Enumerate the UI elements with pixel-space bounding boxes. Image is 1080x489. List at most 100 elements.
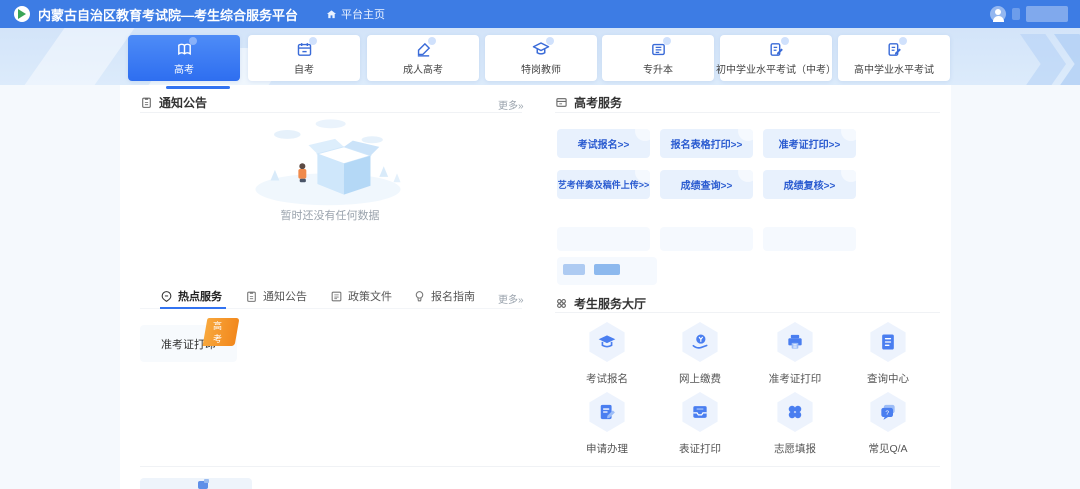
placeholder-chip <box>594 264 620 275</box>
qa-bubble-icon: ? <box>868 392 908 432</box>
newspaper-icon <box>649 40 667 58</box>
calendar-edit-icon <box>295 40 313 58</box>
hall-item-exam-registration[interactable]: 考试报名 <box>567 322 647 386</box>
tab-tegang-jiaoshi[interactable]: 特岗教师 <box>485 35 597 81</box>
notice-section-title: 通知公告 <box>159 94 207 111</box>
hall-item-label: 准考证打印 <box>769 371 822 386</box>
site-logo-icon <box>14 6 30 22</box>
form-edit-icon <box>587 392 627 432</box>
tab-label: 高考 <box>174 61 194 76</box>
partial-next-section-tab[interactable] <box>140 478 252 489</box>
printer-icon <box>775 322 815 362</box>
book-icon <box>175 40 193 58</box>
hall-item-label: 申请办理 <box>586 441 628 456</box>
home-link-label: 平台主页 <box>341 6 385 22</box>
grid-icon <box>555 297 568 310</box>
hall-item-label: 志愿填报 <box>774 441 816 456</box>
tab-zhongkao[interactable]: 初中学业水平考试（中考） <box>720 35 832 81</box>
hot-card-admission-ticket-print[interactable]: 准考证打印 高考 <box>140 325 237 362</box>
partial-tab-icon <box>198 481 208 489</box>
hot-more-link[interactable]: 更多» <box>498 291 524 306</box>
graduation-cap-icon <box>587 322 627 362</box>
chevron-decoration <box>1020 34 1066 85</box>
service-button-ticket-print[interactable]: 准考证打印>> <box>763 129 856 158</box>
placeholder-button <box>763 227 856 251</box>
service-button-form-print[interactable]: 报名表格打印>> <box>660 129 753 158</box>
tab-label: 特岗教师 <box>521 61 561 76</box>
user-avatar[interactable] <box>990 6 1006 22</box>
service-card-icon <box>555 96 568 109</box>
home-link[interactable]: 平台主页 <box>326 6 385 22</box>
hall-item-label: 查询中心 <box>867 371 909 386</box>
tab-hot-services[interactable]: 热点服务 <box>160 288 222 304</box>
hot-service-icon <box>160 290 173 303</box>
home-icon <box>326 9 337 20</box>
empty-state-text: 暂时还没有任何数据 <box>140 207 520 223</box>
guide-icon <box>413 290 426 303</box>
clipboard-icon <box>245 290 258 303</box>
tab-gaozhong-xuekao[interactable]: 高中学业水平考试 <box>838 35 950 81</box>
hall-item-query-center[interactable]: 查询中心 <box>848 322 928 386</box>
gaokao-services-header: 高考服务 <box>555 94 622 111</box>
placeholder-button <box>557 257 657 285</box>
hall-item-label: 表证打印 <box>679 441 721 456</box>
tab-zikao[interactable]: 自考 <box>248 35 360 81</box>
service-hall-header: 考生服务大厅 <box>555 295 646 312</box>
placeholder-button <box>660 227 753 251</box>
hall-item-online-payment[interactable]: 网上缴费 <box>660 322 740 386</box>
main-content-card: 通知公告 更多» 暂时还没有任何数据 热点服务 <box>120 85 951 489</box>
doc-edit-icon <box>767 40 785 58</box>
tab-notices[interactable]: 通知公告 <box>245 288 307 304</box>
site-title: 内蒙古自治区教育考试院—考生综合服务平台 <box>38 5 298 24</box>
tab-label: 报名指南 <box>431 288 475 304</box>
clover-grid-icon <box>775 392 815 432</box>
hall-item-ticket-print[interactable]: 准考证打印 <box>755 322 835 386</box>
hall-item-application[interactable]: 申请办理 <box>567 392 647 456</box>
inbox-icon <box>680 392 720 432</box>
tab-registration-guide[interactable]: 报名指南 <box>413 288 475 304</box>
service-hall-title: 考生服务大厅 <box>574 295 646 312</box>
divider <box>555 112 940 113</box>
graduation-cap-icon <box>532 40 550 58</box>
tab-label: 通知公告 <box>263 288 307 304</box>
notice-section-header: 通知公告 <box>140 94 207 111</box>
svg-text:?: ? <box>885 410 889 417</box>
payment-icon <box>680 322 720 362</box>
tab-label: 高中学业水平考试 <box>854 61 934 76</box>
hall-item-label: 网上缴费 <box>679 371 721 386</box>
tab-label: 热点服务 <box>178 288 222 304</box>
placeholder-button <box>557 227 650 251</box>
divider <box>140 466 940 467</box>
gaokao-services-title: 高考服务 <box>574 94 622 111</box>
service-button-art-upload[interactable]: 艺考伴奏及稿件上传>> <box>557 170 650 199</box>
policy-doc-icon <box>330 290 343 303</box>
service-button-exam-registration[interactable]: 考试报名>> <box>557 129 650 158</box>
tab-gaokao[interactable]: 高考 <box>128 35 240 81</box>
tab-label: 专升本 <box>643 61 673 76</box>
tab-chengren-gaokao[interactable]: 成人高考 <box>367 35 479 81</box>
document-icon <box>868 322 908 362</box>
exam-type-banner: 高考 自考 成人高考 特岗教师 专升本 初中学业水平考试（中考） <box>0 28 1080 85</box>
active-tab-underline <box>160 307 226 309</box>
user-name-redacted <box>1026 6 1068 22</box>
tab-label: 自考 <box>294 61 314 76</box>
hall-item-certificate-print[interactable]: 表证打印 <box>660 392 740 456</box>
placeholder-chip <box>563 264 585 275</box>
hall-item-faq[interactable]: ? 常见Q/A <box>848 392 928 456</box>
gaokao-badge: 高考 <box>203 318 240 346</box>
clipboard-icon <box>140 96 153 109</box>
notice-more-link[interactable]: 更多» <box>498 97 524 112</box>
tab-label: 初中学业水平考试（中考） <box>716 61 836 76</box>
tab-label: 成人高考 <box>403 61 443 76</box>
hall-item-volunteer-filling[interactable]: 志愿填报 <box>755 392 835 456</box>
doc-edit-icon <box>885 40 903 58</box>
empty-state-illustration <box>228 115 428 207</box>
top-header-bar: 内蒙古自治区教育考试院—考生综合服务平台 平台主页 <box>0 0 1080 28</box>
pen-icon <box>414 40 432 58</box>
service-button-score-review[interactable]: 成绩复核>> <box>763 170 856 199</box>
service-button-score-query[interactable]: 成绩查询>> <box>660 170 753 199</box>
tab-zhuanshengben[interactable]: 专升本 <box>602 35 714 81</box>
active-tab-indicator <box>166 86 230 89</box>
divider <box>555 312 940 313</box>
tab-policy-files[interactable]: 政策文件 <box>330 288 392 304</box>
